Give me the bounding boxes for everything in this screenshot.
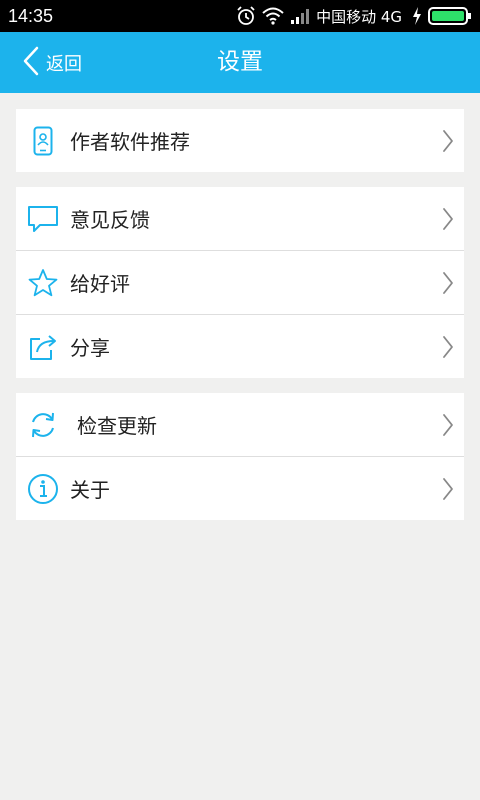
chevron-left-icon (22, 46, 40, 80)
chevron-right-icon (442, 315, 454, 378)
chevron-right-icon (442, 109, 454, 172)
back-button[interactable]: 返回 (22, 32, 82, 93)
chevron-right-icon (442, 457, 454, 520)
status-bar: 14:35 中国移动 4G (0, 0, 480, 32)
menu-item-check-update[interactable]: 检查更新 (16, 393, 464, 456)
share-icon (26, 315, 60, 378)
status-time: 14:35 (8, 6, 54, 26)
menu-item-about[interactable]: 关于 (16, 456, 464, 520)
menu-item-label: 给好评 (70, 272, 130, 296)
settings-group-feedback: 意见反馈 给好评 分享 (16, 187, 464, 378)
battery-icon (428, 6, 472, 26)
refresh-icon (26, 393, 60, 456)
menu-item-label: 意见反馈 (70, 208, 150, 232)
menu-item-rate[interactable]: 给好评 (16, 250, 464, 314)
menu-item-author-apps[interactable]: 作者软件推荐 (16, 109, 464, 172)
back-label: 返回 (46, 53, 82, 75)
signal-icon (290, 7, 310, 25)
chevron-right-icon (442, 251, 454, 314)
chevron-right-icon (442, 187, 454, 250)
menu-item-label: 分享 (70, 336, 110, 360)
alarm-icon (236, 6, 256, 26)
status-icons: 中国移动 4G (230, 0, 472, 32)
settings-group-recommend: 作者软件推荐 (16, 109, 464, 172)
charging-icon (412, 7, 422, 25)
menu-item-label: 关于 (70, 478, 110, 502)
carrier-label: 中国移动 4G (316, 7, 402, 26)
phone-person-icon (26, 109, 60, 172)
title-bar: 设置 返回 (0, 32, 480, 93)
menu-item-feedback[interactable]: 意见反馈 (16, 187, 464, 250)
menu-item-share[interactable]: 分享 (16, 314, 464, 378)
wifi-icon (262, 7, 284, 25)
star-icon (26, 251, 60, 314)
chevron-right-icon (442, 393, 454, 456)
settings-group-about: 检查更新 关于 (16, 393, 464, 520)
menu-item-label: 作者软件推荐 (70, 130, 190, 154)
chat-bubble-icon (26, 187, 60, 250)
info-icon (26, 457, 60, 520)
menu-item-label: 检查更新 (77, 414, 157, 438)
